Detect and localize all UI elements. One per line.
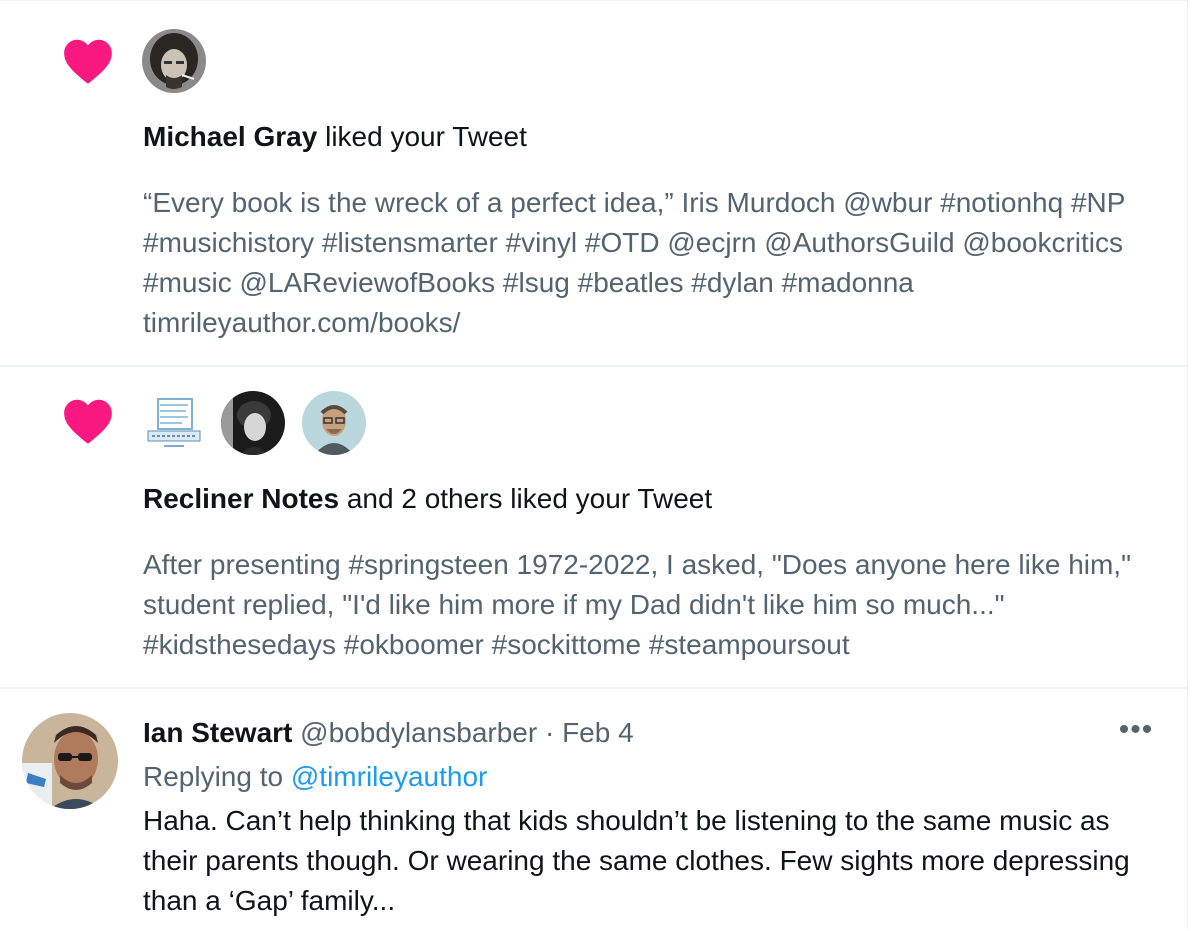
action-text: and 2 others liked your Tweet xyxy=(339,483,713,514)
author-handle[interactable]: @bobdylansbarber xyxy=(300,717,537,748)
notifications-feed: Michael Gray liked your Tweet “Every boo… xyxy=(0,0,1188,930)
author-name[interactable]: Ian Stewart xyxy=(143,717,292,748)
actor-name[interactable]: Michael Gray xyxy=(143,121,317,152)
like-notification[interactable]: Recliner Notes and 2 others liked your T… xyxy=(0,367,1188,689)
heart-icon xyxy=(62,37,114,85)
avatar-user-2[interactable] xyxy=(221,391,285,455)
actor-name[interactable]: Recliner Notes xyxy=(143,483,339,514)
liked-tweet-text: “Every book is the wreck of a perfect id… xyxy=(143,187,1125,338)
avatar-michael-gray[interactable] xyxy=(142,29,206,93)
liked-tweet-text: After presenting #springsteen 1972-2022,… xyxy=(143,549,1132,660)
heart-icon xyxy=(62,397,114,445)
like-notification[interactable]: Michael Gray liked your Tweet “Every boo… xyxy=(0,1,1188,367)
action-text: liked your Tweet xyxy=(317,121,527,152)
notification-headline: Recliner Notes and 2 others liked your T… xyxy=(143,481,712,517)
replying-prefix: Replying to xyxy=(143,761,291,792)
tweet-date[interactable]: Feb 4 xyxy=(562,717,634,748)
replying-to-link[interactable]: @timrileyauthor xyxy=(291,761,487,792)
avatar-ian-stewart[interactable] xyxy=(22,713,118,809)
notification-headline: Michael Gray liked your Tweet xyxy=(143,119,527,155)
replying-to: Replying to @timrileyauthor xyxy=(143,757,487,797)
avatar-user-3[interactable] xyxy=(302,391,366,455)
more-icon: ••• xyxy=(1118,713,1154,746)
more-options-button[interactable]: ••• xyxy=(1118,715,1154,749)
reply-text: Haha. Can’t help thinking that kids shou… xyxy=(143,805,1130,916)
avatar-recliner-notes[interactable] xyxy=(142,391,206,455)
reply-header: Ian Stewart @bobdylansbarber · Feb 4 xyxy=(143,713,634,753)
separator-dot: · xyxy=(537,717,563,748)
